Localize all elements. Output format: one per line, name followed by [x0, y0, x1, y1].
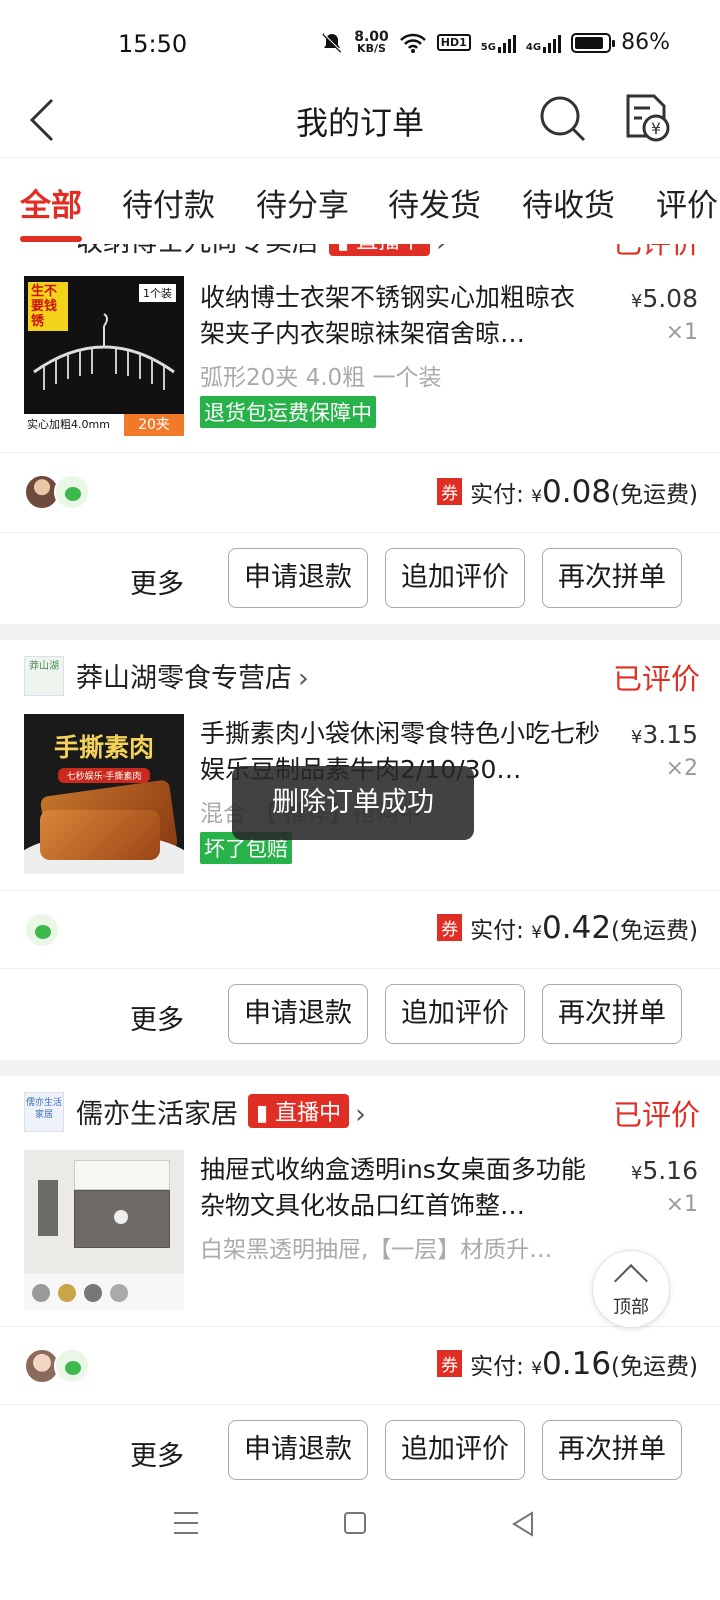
back-triangle-icon[interactable] — [510, 1510, 536, 1538]
product-qty: ×1 — [665, 320, 698, 345]
chevron-right-icon: › — [355, 1099, 366, 1130]
back-to-top-button[interactable]: 顶部 — [592, 1250, 670, 1328]
reorder-button[interactable]: 再次拼单 — [542, 548, 682, 608]
product-title[interactable]: 抽屉式收纳盒透明ins女桌面多功能杂物文具化妆品口红首饰整… — [200, 1152, 598, 1224]
tab-all[interactable]: 全部 — [20, 180, 82, 225]
live-badge[interactable]: ▮ 直播中 — [248, 1094, 350, 1128]
refund-button[interactable]: 申请退款 — [228, 548, 368, 608]
refund-button[interactable]: 申请退款 — [228, 984, 368, 1044]
divider — [0, 452, 720, 453]
divider — [0, 1326, 720, 1327]
shop-row[interactable]: 莽山湖 莽山湖零食专营店 › 已评价 — [0, 640, 720, 710]
divider — [0, 1404, 720, 1405]
menu-icon[interactable] — [174, 1512, 198, 1536]
product-qty: ×1 — [665, 1192, 698, 1217]
battery-percent: 86% — [621, 30, 670, 55]
avatar — [24, 912, 60, 948]
order-status: 已评价 — [613, 244, 700, 262]
product-spec: 白架黑透明抽屉,【一层】材质升… — [200, 1237, 553, 1263]
section-gap — [0, 1060, 720, 1076]
divider — [0, 968, 720, 969]
product-qty: ×2 — [665, 756, 698, 781]
tab-review[interactable]: 评价 — [656, 180, 718, 225]
order-card: 收纳博士九尚专卖店▮ 直播中› 已评价 生不要钱锈 1个装 实心加粗4.0mm … — [0, 244, 720, 624]
shop-name: 儒亦生活家居 ▮ 直播中 › — [76, 1092, 366, 1131]
shop-logo: 儒亦生活家居 — [24, 1092, 64, 1132]
product-spec: 弧形20夹 4.0粗 一个装 — [200, 365, 442, 391]
bill-icon[interactable]: ¥ — [620, 90, 672, 146]
product-image[interactable] — [24, 1150, 184, 1310]
active-tab-underline — [20, 236, 82, 242]
shop-logo: 莽山湖 — [24, 656, 64, 696]
net-speed: 8.00 KB/S — [354, 28, 389, 55]
status-bar: 15:50 8.00 KB/S HD1 5G 4G 86% — [0, 0, 720, 88]
chevron-right-icon: › — [436, 244, 447, 258]
paid-amount: 券实付: ¥0.16(免运费) — [437, 1346, 698, 1382]
back-to-top-label: 顶部 — [613, 1297, 649, 1318]
order-tabs: 全部 待付款 待分享 待发货 待收货 评价 — [0, 160, 720, 244]
mute-icon — [322, 32, 343, 53]
signal-5g-icon: 5G — [481, 33, 516, 53]
search-icon[interactable] — [536, 92, 588, 144]
coupon-badge: 券 — [437, 478, 463, 505]
group-avatars — [24, 912, 60, 948]
wifi-icon — [399, 33, 426, 53]
svg-text:¥: ¥ — [651, 119, 661, 138]
add-review-button[interactable]: 追加评价 — [385, 1420, 525, 1480]
app-header: 我的订单 ¥ — [0, 88, 720, 158]
product-price: ¥3.15 — [630, 720, 698, 749]
shop-row[interactable]: 儒亦生活家居 儒亦生活家居 ▮ 直播中 › 已评价 — [0, 1076, 720, 1146]
more-link[interactable]: 更多 — [130, 998, 184, 1037]
more-link[interactable]: 更多 — [130, 1434, 184, 1473]
system-nav-bar — [0, 1490, 720, 1600]
page-title: 我的订单 — [295, 104, 424, 142]
group-avatars — [24, 474, 90, 510]
divider — [0, 532, 720, 533]
status-icons: 8.00 KB/S HD1 5G 4G 86% — [320, 30, 670, 55]
add-review-button[interactable]: 追加评价 — [385, 548, 525, 608]
tab-pending-ship[interactable]: 待发货 — [388, 180, 481, 225]
paid-amount: 券实付: ¥0.42(免运费) — [437, 910, 698, 946]
reorder-button[interactable]: 再次拼单 — [542, 1420, 682, 1480]
battery-icon — [571, 32, 616, 53]
order-card: 莽山湖 莽山湖零食专营店 › 已评价 手撕素肉 七秒娱乐·手撕素肉 手撕素肉小袋休… — [0, 640, 720, 1060]
tab-pending-payment[interactable]: 待付款 — [122, 180, 215, 225]
more-link[interactable]: 更多 — [130, 562, 184, 601]
paid-amount: 券实付: ¥0.08(免运费) — [437, 474, 698, 510]
signal-4g-icon: 4G — [526, 33, 562, 53]
hd-badge: HD1 — [436, 34, 471, 51]
home-icon[interactable] — [344, 1512, 366, 1534]
order-status: 已评价 — [612, 1098, 700, 1132]
reorder-button[interactable]: 再次拼单 — [542, 984, 682, 1044]
shop-name: 莽山湖零食专营店 › — [76, 663, 309, 694]
chevron-up-icon — [614, 1264, 648, 1298]
section-gap — [0, 624, 720, 640]
product-title[interactable]: 收纳博士衣架不锈钢实心加粗晾衣架夹子内衣架晾袜架宿舍晾… — [200, 280, 596, 352]
tab-pending-share[interactable]: 待分享 — [256, 180, 349, 225]
avatar — [54, 1348, 90, 1384]
product-price: ¥5.08 — [630, 284, 698, 313]
add-review-button[interactable]: 追加评价 — [385, 984, 525, 1044]
product-image[interactable]: 生不要钱锈 1个装 实心加粗4.0mm 20夹 — [24, 276, 184, 436]
live-badge[interactable]: ▮ 直播中 — [329, 244, 431, 256]
coupon-badge: 券 — [437, 1350, 463, 1377]
service-tag: 退货包运费保障中 — [200, 396, 376, 428]
order-status: 已评价 — [612, 662, 700, 696]
shop-row[interactable]: 收纳博士九尚专卖店▮ 直播中› 已评价 — [0, 244, 720, 274]
product-price: ¥5.16 — [630, 1156, 698, 1185]
shop-name: 收纳博士九尚专卖店▮ 直播中› — [76, 244, 447, 259]
tab-pending-receive[interactable]: 待收货 — [522, 180, 615, 225]
toast-message: 删除订单成功 — [232, 766, 474, 840]
coupon-badge: 券 — [437, 914, 463, 941]
avatar — [54, 474, 90, 510]
group-avatars — [24, 1348, 90, 1384]
chevron-right-icon: › — [298, 663, 309, 694]
divider — [0, 890, 720, 891]
product-image[interactable]: 手撕素肉 七秒娱乐·手撕素肉 — [24, 714, 184, 874]
clock: 15:50 — [118, 30, 188, 58]
refund-button[interactable]: 申请退款 — [228, 1420, 368, 1480]
